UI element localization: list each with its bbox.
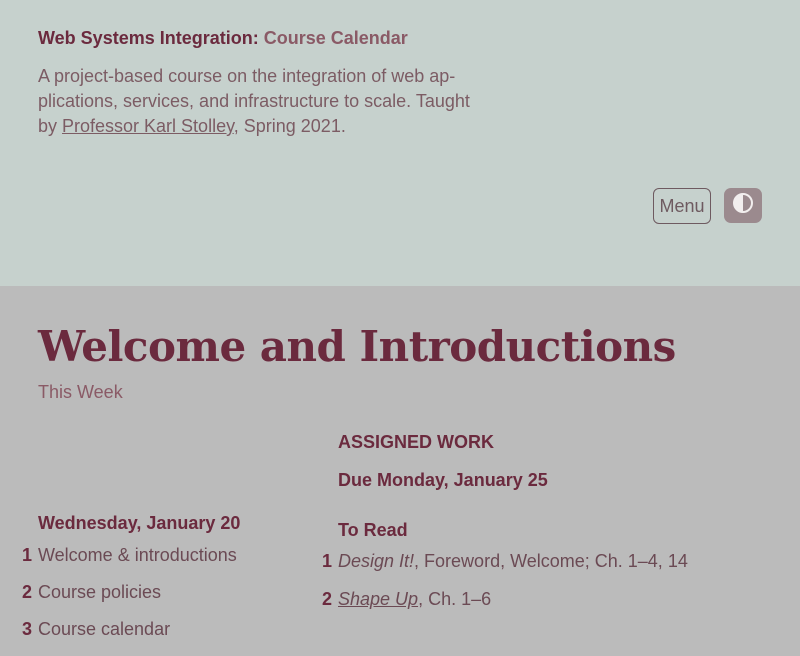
- list-item: 1 Design It!, Foreword, Welcome; Ch. 1–4,…: [322, 551, 688, 589]
- item-number: 1: [21, 545, 32, 565]
- item-label: Course policies: [38, 582, 162, 602]
- due-date-heading: Due Monday, January 25: [338, 470, 548, 490]
- this-week-label: This Week: [38, 382, 123, 402]
- list-item: 2 Shape Up, Ch. 1–6: [322, 589, 688, 627]
- menu-button[interactable]: Menu: [653, 188, 711, 224]
- course-subtitle: Course Calendar: [263, 28, 408, 48]
- item-number: 2: [321, 589, 332, 609]
- day-agenda-list: 1 Welcome & introductions 2 Course policie…: [22, 545, 237, 656]
- page-title: Welcome and Introductions: [38, 322, 676, 371]
- contrast-icon: [732, 192, 754, 219]
- site-header: Web Systems Integration: Course Calendar…: [0, 0, 800, 286]
- course-description: A project-based course on the integratio…: [38, 64, 478, 139]
- readings-list: 1 Design It!, Foreword, Welcome; Ch. 1–4,…: [322, 551, 688, 627]
- item-number: 1: [321, 551, 332, 571]
- item-label: Course calendar: [38, 619, 171, 639]
- item-label: Welcome & introductions: [38, 545, 237, 565]
- assigned-work-heading: ASSIGNED WORK: [338, 432, 495, 452]
- reading-chapters: , Foreword, Welcome; Ch. 1–4, 14: [414, 551, 688, 571]
- item-number: 3: [21, 619, 32, 639]
- item-number: 2: [21, 582, 32, 602]
- list-item: 3 Course calendar: [22, 619, 237, 656]
- site-title[interactable]: Web Systems Integration: Course Calendar: [38, 28, 408, 49]
- reading-title: Design It!: [338, 551, 415, 571]
- theme-toggle-button[interactable]: [724, 188, 762, 223]
- description-suffix: , Spring 2021.: [233, 116, 346, 136]
- list-item: 1 Welcome & introductions: [22, 545, 237, 582]
- list-item: 2 Course policies: [22, 582, 237, 619]
- day-heading: Wednesday, January 20: [38, 513, 241, 533]
- professor-link[interactable]: Professor Karl Stolley: [62, 116, 234, 136]
- course-title: Web Systems Integration:: [38, 28, 259, 48]
- to-read-heading: To Read: [338, 520, 408, 540]
- reading-chapters: , Ch. 1–6: [418, 589, 492, 609]
- reading-title-link[interactable]: Shape Up: [338, 589, 418, 609]
